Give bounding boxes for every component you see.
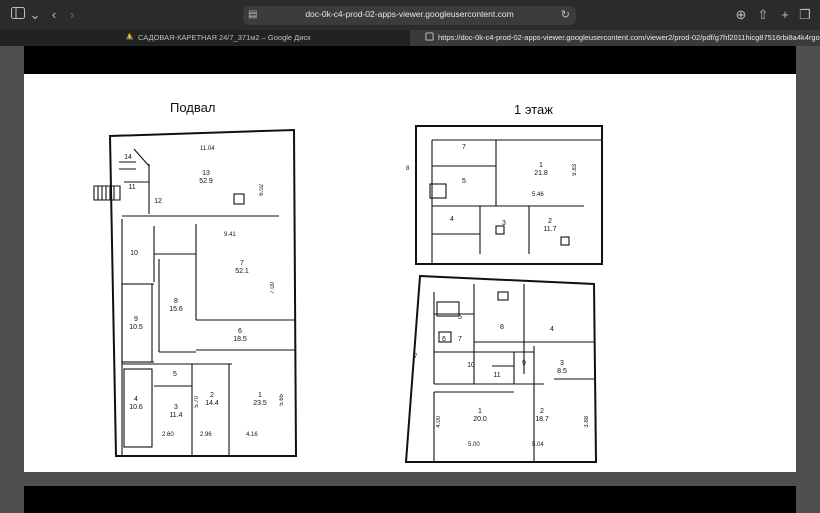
sidebar-toggle-icon[interactable]: [10, 7, 26, 23]
floor1-lower-room-3: 3 8.5: [557, 360, 567, 375]
google-drive-icon: [125, 32, 134, 40]
floor1-lower-room-8: 8: [500, 324, 504, 331]
floor1-upper-dim: 5.46: [532, 192, 544, 198]
basement-room-6: 6 18.5: [233, 328, 247, 343]
basement-room-14: 14: [124, 154, 132, 161]
tab-bar: САДОВАЯ-КАРЕТНАЯ 24/7_371м2 – Google Дис…: [0, 30, 820, 46]
basement-dim: 5.70: [194, 396, 200, 408]
share-icon[interactable]: ⇧: [755, 7, 771, 23]
floor1-lower-room-10: 10: [467, 362, 475, 369]
basement-dim: 11.04: [200, 146, 215, 152]
basement-room-3: 3 11.4: [169, 404, 183, 419]
chevron-down-icon[interactable]: ⌄: [27, 7, 43, 23]
download-icon[interactable]: ⊕: [733, 7, 749, 23]
basement-dim: 6.02: [259, 184, 265, 196]
page-icon: [425, 32, 434, 41]
floor-plans-drawing: [93, 125, 603, 463]
floor1-lower-dim: 4.00: [436, 416, 442, 428]
floor1-lower-dim: 5.00: [468, 442, 480, 448]
basement-room-7: 7 52.1: [235, 260, 249, 275]
basement-dim: 5.65: [279, 394, 285, 406]
floor1-lower-room-2: 2 18.7: [535, 408, 549, 423]
tab-overview-icon[interactable]: ❐: [797, 7, 813, 23]
basement-room-2: 2 14.4: [205, 392, 219, 407]
floor1-lower-room-7: 7: [458, 336, 462, 343]
basement-room-4: 4 10.6: [129, 396, 143, 411]
basement-room-9: 9 10.5: [129, 316, 143, 331]
floor1-upper-room-4: 4: [450, 216, 454, 223]
basement-room-11: 11: [128, 184, 136, 191]
browser-toolbar: ⌄ ‹ › ▤ doc-0k-c4-prod-02-apps-viewer.go…: [0, 0, 820, 30]
back-arrow-icon[interactable]: ‹: [46, 7, 62, 23]
floor1-upper-dim: 9.83: [572, 164, 578, 176]
floor1-lower-room-9: 9: [522, 360, 526, 367]
document-page: Подвал 1 этаж 13 52.9 11 12 10 7 52.1 8 15.…: [24, 74, 796, 472]
basement-dim: 9.41: [224, 232, 236, 238]
basement-dim: 4.16: [246, 432, 258, 438]
page-separator-bottom: [24, 486, 796, 513]
new-tab-icon[interactable]: +: [777, 7, 793, 23]
floor1-lower-dim: 5.04: [532, 442, 544, 448]
floor1-upper-room-1: 1 21.8: [534, 162, 548, 177]
basement-dim: 2.60: [162, 432, 174, 438]
floor1-upper-room-3: 3: [502, 220, 506, 227]
tab-label: https://doc-0k-c4-prod-02-apps-viewer.go…: [438, 33, 820, 42]
floor1-upper-room-5: 5: [462, 178, 466, 185]
address-text: doc-0k-c4-prod-02-apps-viewer.googleuser…: [305, 9, 514, 19]
floor1-upper-dim: 8: [406, 166, 410, 172]
tab-google-drive[interactable]: САДОВАЯ-КАРЕТНАЯ 24/7_371м2 – Google Дис…: [0, 30, 410, 46]
basement-room-1: 1 23.5: [253, 392, 267, 407]
floor1-lower-room-6: 6: [442, 336, 446, 343]
floor1-upper-room-2: 2 11.7: [543, 218, 557, 233]
basement-title: Подвал: [170, 100, 216, 115]
tab-label: САДОВАЯ-КАРЕТНАЯ 24/7_371м2 – Google Дис…: [138, 33, 311, 42]
page-separator-top: [24, 46, 796, 74]
forward-arrow-icon[interactable]: ›: [64, 7, 80, 23]
floor1-lower-room-1: 1 20.0: [473, 408, 487, 423]
basement-room-12: 12: [154, 198, 162, 205]
reload-icon[interactable]: ↻: [561, 8, 570, 21]
address-bar[interactable]: ▤ doc-0k-c4-prod-02-apps-viewer.googleus…: [243, 6, 576, 25]
basement-room-13: 13 52.9: [199, 170, 213, 185]
tab-viewer[interactable]: https://doc-0k-c4-prod-02-apps-viewer.go…: [410, 30, 820, 46]
basement-room-8: 8 15.6: [169, 298, 183, 313]
basement-dim: 2.96: [200, 432, 212, 438]
basement-room-10: 10: [130, 250, 138, 257]
floor1-title: 1 этаж: [514, 102, 553, 117]
basement-dim: 7.00: [270, 282, 276, 294]
basement-room-5: 5: [173, 371, 177, 378]
floor1-lower-room-4: 4: [550, 326, 554, 333]
floor1-lower-room-11: 11: [493, 372, 501, 379]
pdf-viewer: Подвал 1 этаж 13 52.9 11 12 10 7 52.1 8 15.…: [0, 46, 820, 513]
floor1-upper-room-7: 7: [462, 144, 466, 151]
floor1-lower-room-5: 5: [458, 314, 462, 321]
floor1-lower-dim: 7: [414, 354, 418, 360]
floor1-lower-dim: 3.88: [584, 416, 590, 428]
